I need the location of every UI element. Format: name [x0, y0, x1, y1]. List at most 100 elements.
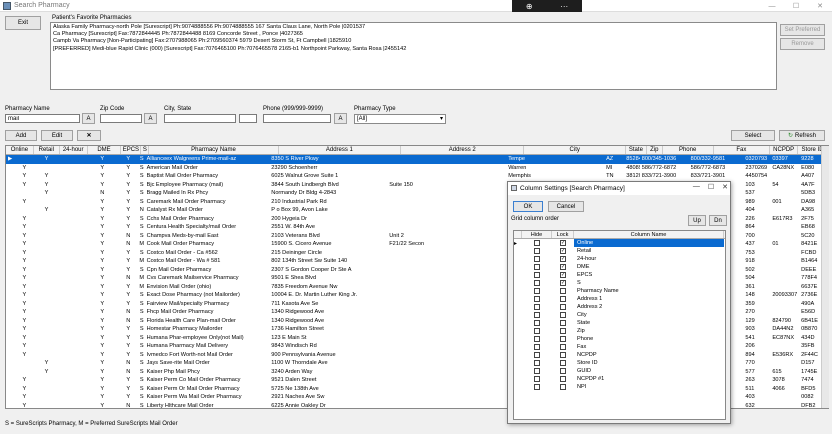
dialog-minimize-icon[interactable]: — — [693, 183, 700, 191]
lock-checkbox[interactable]: ✓ — [560, 240, 566, 246]
column-setting-row[interactable]: Address 1 — [514, 295, 725, 303]
phone-input[interactable] — [263, 114, 331, 123]
state-input[interactable] — [239, 114, 257, 123]
hide-checkbox[interactable] — [534, 248, 540, 254]
grid-column-header[interactable]: Online — [6, 146, 34, 154]
column-setting-row[interactable]: Pharmacy Name — [514, 287, 725, 295]
grid-column-header[interactable]: S — [141, 146, 150, 154]
grid-column-header[interactable]: Pharmacy Name — [149, 146, 279, 154]
column-setting-row[interactable]: Fax — [514, 343, 725, 351]
favorite-item[interactable]: [PREFERRED] Medi-blue Rapid Clinic (000)… — [53, 46, 774, 53]
lock-checkbox[interactable]: ✓ — [560, 272, 566, 278]
column-setting-row[interactable]: ▸ ✓ Online — [514, 239, 725, 247]
dialog-maximize-icon[interactable]: ☐ — [708, 183, 714, 191]
pharmacy-type-select[interactable]: [All] ▾ — [354, 114, 446, 124]
grid-column-header[interactable]: 24-hour — [60, 146, 88, 154]
zip-a-button[interactable]: A — [144, 113, 157, 124]
lock-checkbox[interactable] — [560, 296, 566, 302]
grid-column-header[interactable]: Phone — [663, 146, 714, 154]
zoom-icon[interactable]: ⊕ — [526, 2, 533, 11]
column-order-grid[interactable]: Hide Lock Column Name ▸ ✓ Online ✓ Retail ✓ 24… — [513, 230, 726, 420]
refresh-button[interactable]: ↻ Refresh — [779, 130, 825, 141]
lock-checkbox[interactable] — [560, 360, 566, 366]
column-setting-row[interactable]: Zip — [514, 327, 725, 335]
pharmacy-name-input[interactable] — [5, 114, 80, 123]
city-input[interactable] — [164, 114, 236, 123]
favorite-item[interactable]: Alaska Family Pharmacy-north Pole [Sures… — [53, 24, 774, 31]
table-row[interactable]: Y Y Y S American Mail Order 23290 Schoenherr W… — [6, 164, 828, 173]
grid-column-header[interactable]: Fax — [714, 146, 771, 154]
add-button[interactable]: Add — [5, 130, 37, 141]
grid-column-header[interactable]: Address 1 — [279, 146, 402, 154]
column-setting-row[interactable]: NPI — [514, 383, 725, 391]
column-setting-row[interactable]: Phone — [514, 335, 725, 343]
hide-checkbox[interactable] — [534, 384, 540, 390]
hide-checkbox[interactable] — [534, 240, 540, 246]
minimize-icon[interactable]: — — [760, 0, 784, 12]
select-button[interactable]: Select — [731, 130, 775, 141]
favorite-item[interactable]: Ca Pharmacy [Surescript] Fax:7872844445 … — [53, 31, 774, 38]
lock-checkbox[interactable] — [560, 304, 566, 310]
column-setting-row[interactable]: ✓ DME — [514, 263, 725, 271]
hide-checkbox[interactable] — [534, 288, 540, 294]
lock-checkbox[interactable]: ✓ — [560, 264, 566, 270]
grid-column-header[interactable]: NCPDP — [770, 146, 799, 154]
phone-a-button[interactable]: A — [334, 113, 347, 124]
dialog-close-icon[interactable]: ✕ — [722, 183, 728, 191]
column-setting-row[interactable]: GUID — [514, 367, 725, 375]
ok-button[interactable]: OK — [513, 201, 543, 212]
exit-button[interactable]: Exit — [5, 16, 41, 30]
hide-checkbox[interactable] — [534, 256, 540, 262]
grid-column-header[interactable]: Zip — [647, 146, 663, 154]
grid-column-header[interactable]: Address 2 — [401, 146, 525, 154]
lock-checkbox[interactable] — [560, 352, 566, 358]
table-row[interactable]: ▶ Y Y Y S Allianceex Walgreens Prime-mail-az 8… — [6, 155, 828, 164]
hide-checkbox[interactable] — [534, 272, 540, 278]
hide-checkbox[interactable] — [534, 328, 540, 334]
lock-checkbox[interactable] — [560, 384, 566, 390]
grid-column-header[interactable]: DME — [88, 146, 122, 154]
column-setting-row[interactable]: ✓ S — [514, 279, 725, 287]
favorite-item[interactable]: Campb Va Pharmacy [Non-Participating] Fa… — [53, 38, 774, 45]
maximize-icon[interactable]: ☐ — [784, 0, 808, 12]
hide-checkbox[interactable] — [534, 264, 540, 270]
lock-checkbox[interactable]: ✓ — [560, 256, 566, 262]
edit-button[interactable]: Edit — [41, 130, 73, 141]
hide-checkbox[interactable] — [534, 344, 540, 350]
pharmacy-name-a-button[interactable]: A — [82, 113, 95, 124]
lock-checkbox[interactable] — [560, 328, 566, 334]
column-setting-row[interactable]: ✓ 24-hour — [514, 255, 725, 263]
remove-button[interactable]: Remove — [780, 38, 825, 50]
grid-column-header[interactable]: City — [524, 146, 626, 154]
hide-checkbox[interactable] — [534, 296, 540, 302]
move-up-button[interactable]: Up — [688, 215, 706, 226]
lock-checkbox[interactable] — [560, 320, 566, 326]
hide-checkbox[interactable] — [534, 304, 540, 310]
table-row[interactable]: Y Y Y Y S Baptist Mail Order Pharmacy 6025 Wal… — [6, 172, 828, 181]
lock-checkbox[interactable] — [560, 344, 566, 350]
hide-checkbox[interactable] — [534, 320, 540, 326]
hide-checkbox[interactable] — [534, 336, 540, 342]
column-setting-row[interactable]: NCPDP — [514, 351, 725, 359]
column-setting-row[interactable]: Address 2 — [514, 303, 725, 311]
column-setting-row[interactable]: NCPDP #1 — [514, 375, 725, 383]
lock-checkbox[interactable] — [560, 312, 566, 318]
hide-checkbox[interactable] — [534, 376, 540, 382]
hide-checkbox[interactable] — [534, 352, 540, 358]
close-icon[interactable]: ✕ — [808, 0, 832, 12]
column-setting-row[interactable]: ✓ EPCS — [514, 271, 725, 279]
grid-column-header[interactable]: State — [626, 146, 647, 154]
column-setting-row[interactable]: ✓ Retail — [514, 247, 725, 255]
lock-checkbox[interactable]: ✓ — [560, 280, 566, 286]
hide-checkbox[interactable] — [534, 280, 540, 286]
lock-checkbox[interactable] — [560, 368, 566, 374]
zip-input[interactable] — [100, 114, 142, 123]
grid-scrollbar[interactable] — [821, 146, 829, 408]
lock-checkbox[interactable] — [560, 376, 566, 382]
more-icon[interactable]: ··· — [560, 2, 568, 11]
grid-column-header[interactable]: EPCS — [121, 146, 142, 154]
hide-checkbox[interactable] — [534, 312, 540, 318]
hide-checkbox[interactable] — [534, 368, 540, 374]
grid-column-header[interactable]: Retail — [34, 146, 60, 154]
lock-checkbox[interactable]: ✓ — [560, 248, 566, 254]
